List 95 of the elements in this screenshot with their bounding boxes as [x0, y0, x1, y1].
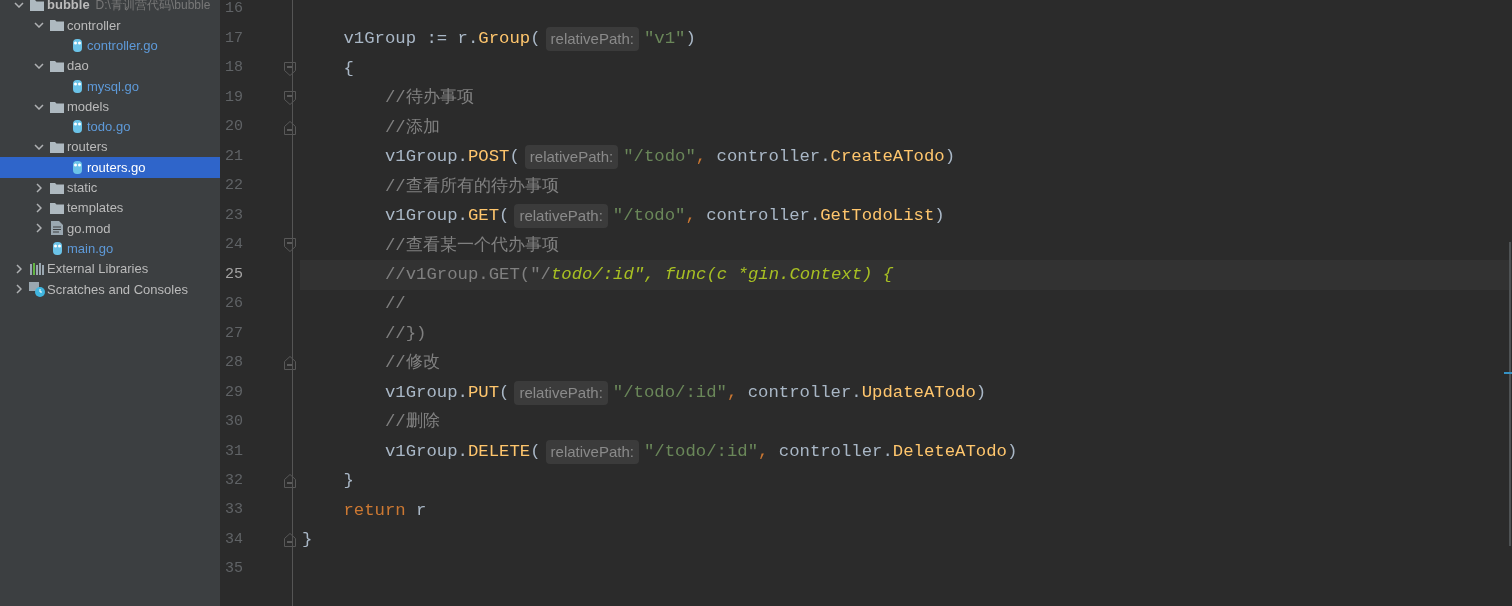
code-line: //}) [383, 322, 428, 345]
code-line: v1Group.GET( relativePath: "/todo", controller.GetTodoList) [300, 201, 1512, 231]
line-number: 31 [224, 441, 244, 462]
item-label: routers.go [87, 158, 146, 177]
folder-icon [50, 181, 64, 194]
chevron-down-icon[interactable] [34, 22, 44, 29]
gopher-icon [71, 160, 83, 175]
item-label: mysql.go [87, 77, 140, 96]
gopher-icon [71, 78, 83, 94]
line-number: 23 [224, 205, 244, 226]
code-line: //修改 [383, 352, 441, 375]
chevron-right-icon[interactable] [16, 284, 22, 295]
tree-item[interactable]: routers [0, 137, 220, 158]
tree-item[interactable]: go.mod [0, 218, 220, 239]
code-line: v1Group := r.Group( relativePath: "v1") [300, 24, 1512, 54]
parameter-hint: relativePath: [514, 380, 608, 406]
tree-item[interactable]: todo.go [0, 116, 220, 138]
item-label: todo.go [87, 118, 131, 137]
tree-item[interactable]: routers.go [0, 157, 220, 178]
code-line: } [301, 529, 314, 552]
line-number: 21 [224, 146, 244, 167]
chevron-down-icon[interactable] [34, 63, 44, 70]
tree-item[interactable]: mysql.go [0, 76, 220, 97]
file-icon [51, 221, 63, 236]
line-number: 29 [224, 382, 244, 403]
line-number: 28 [224, 353, 244, 374]
code-line: { [342, 57, 355, 80]
line-number: 33 [224, 500, 244, 521]
scratches-icon [29, 281, 45, 297]
chevron-right-icon[interactable] [36, 203, 42, 214]
line-number: 26 [224, 294, 244, 315]
scrollbar-drawing[interactable] [1504, 240, 1512, 548]
item-label: dao [67, 57, 89, 76]
tree-item[interactable]: static [0, 177, 220, 198]
line-number: 24 [224, 235, 244, 256]
chevron-down-icon[interactable] [34, 144, 44, 151]
parameter-hint: relativePath: [514, 203, 608, 229]
folder-icon [50, 19, 64, 32]
code-line: } [342, 470, 355, 493]
tree-item[interactable]: models [0, 96, 220, 117]
item-label: main.go [67, 239, 114, 258]
tree-item[interactable]: Scratches and Consoles [0, 279, 220, 300]
library-icon [29, 263, 45, 275]
item-label: models [67, 97, 109, 116]
line-number: 34 [224, 529, 244, 550]
line-number: 20 [224, 117, 244, 138]
folder-icon [30, 0, 44, 12]
code-line: //查看所有的待办事项 [383, 175, 560, 198]
folder-icon [50, 141, 64, 154]
code-line: return r [342, 499, 428, 522]
code-line: //添加 [383, 116, 441, 139]
chevron-right-icon[interactable] [36, 182, 42, 193]
line-number: 17 [224, 28, 244, 49]
chevron-down-icon[interactable] [14, 2, 24, 9]
item-label: controller [67, 16, 121, 35]
item-label: templates [67, 199, 124, 218]
item-label: routers [67, 138, 108, 157]
code-line: // [383, 293, 407, 316]
item-label: go.mod [67, 219, 111, 238]
gopher-icon [51, 241, 63, 257]
tree-item[interactable]: main.go [0, 238, 220, 259]
tree-item[interactable]: controller [0, 15, 220, 36]
chevron-right-icon[interactable] [16, 264, 22, 274]
parameter-hint: relativePath: [545, 439, 639, 464]
tree-item[interactable]: templates [0, 197, 220, 219]
code-line: v1Group.POST( relativePath: "/todo", controller.CreateATodo) [300, 142, 1512, 172]
line-number: 32 [224, 471, 244, 491]
parameter-hint: relativePath: [524, 144, 619, 170]
line-number: 30 [224, 412, 244, 433]
chevron-right-icon[interactable] [36, 223, 42, 234]
code-line: //查看某一个代办事项 [383, 234, 560, 257]
line-number: 25 [224, 264, 244, 285]
item-label: bubble [47, 0, 90, 15]
line-number: 19 [224, 87, 244, 108]
line-number: 35 [224, 559, 244, 580]
line-number: 27 [224, 323, 244, 344]
tree-item[interactable]: controller.go [0, 35, 220, 56]
gopher-icon [71, 38, 83, 54]
folder-icon [50, 100, 64, 113]
chevron-down-icon[interactable] [34, 103, 44, 110]
tree-item[interactable]: External Libraries [0, 258, 220, 280]
tree-item[interactable]: dao [0, 55, 220, 77]
gopher-icon [71, 119, 83, 135]
item-label: External Libraries [47, 260, 149, 279]
line-number: 22 [224, 176, 244, 197]
folder-icon [50, 60, 64, 73]
folder-icon [50, 202, 64, 215]
item-label: static [67, 179, 98, 198]
item-label: controller.go [87, 37, 158, 55]
code-line: //删除 [383, 411, 441, 434]
line-number: 16 [224, 0, 244, 20]
parameter-hint: relativePath: [545, 26, 639, 52]
line-number: 18 [224, 58, 244, 79]
item-label: Scratches and Consoles [47, 280, 188, 299]
code-line: //待办事项 [383, 87, 475, 110]
